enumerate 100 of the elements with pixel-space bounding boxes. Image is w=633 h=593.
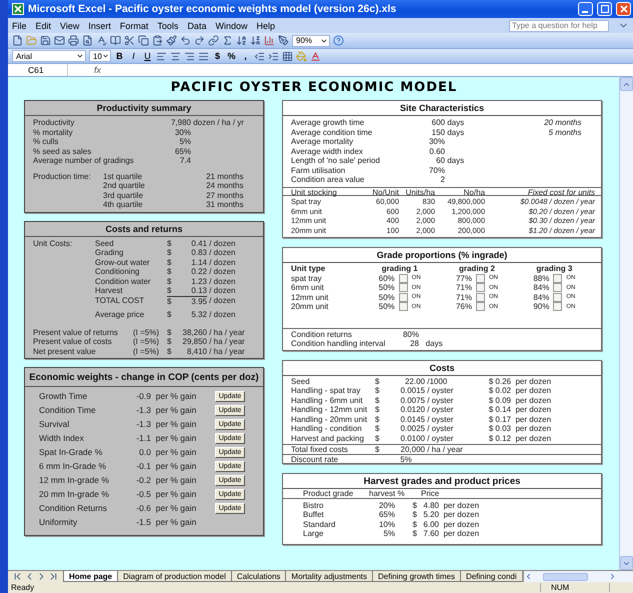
row-label: Farm utilisation (291, 166, 346, 175)
help-search-field[interactable]: Type a question for help (509, 20, 609, 32)
row-unit: days (446, 156, 466, 166)
cost-value: 5.32 (190, 310, 207, 320)
price-unit: per dozen (442, 510, 480, 520)
row-unit: months (216, 200, 244, 210)
price-value: 7.60 (422, 529, 439, 538)
quartile-label: 3rd quartile (103, 190, 144, 200)
cost-unit: / dozen (208, 310, 236, 320)
weight-value: -0.2 (135, 475, 151, 485)
grade-value: 77% (456, 274, 472, 283)
menu-item[interactable]: File (12, 20, 27, 30)
number-format-button[interactable]: $ (212, 51, 223, 61)
sheet-tab[interactable]: Defining growth times (372, 571, 460, 582)
row-value: 70% (428, 166, 445, 175)
panel-title: Productivity summary (96, 103, 192, 113)
cost-unit: / dozen (208, 276, 236, 286)
zoom-dropdown[interactable]: 90% (292, 34, 330, 46)
format-button[interactable]: B (114, 51, 125, 61)
price-value: 4.80 (422, 500, 439, 510)
unit-label: 6mm unit (291, 283, 325, 292)
cost-label: Seed (95, 238, 115, 248)
cost-unit: / ha / year (208, 337, 246, 346)
weight-value: -0.6 (135, 503, 151, 513)
grade-value: 84% (533, 283, 550, 292)
cost-label: Condition water (95, 276, 152, 286)
insert-function-button[interactable]: fx (94, 65, 102, 75)
format-button[interactable]: I (128, 51, 139, 61)
sheet-tab[interactable]: Defining condi (460, 571, 522, 582)
cost-value: 38,260 (182, 328, 207, 337)
grade-value: 88% (533, 274, 550, 283)
format-button[interactable]: U (142, 51, 153, 61)
currency: $ (167, 337, 172, 346)
harvest-value: 65% (378, 510, 395, 520)
sheet-tab[interactable]: Calculations (230, 571, 286, 582)
currency: $ (375, 376, 380, 386)
row-value: 5% (178, 137, 191, 146)
price-unit: per dozen (442, 520, 480, 529)
quartile-label: 1st quartile (103, 172, 144, 181)
row-label: Condition handling interval (291, 339, 386, 348)
menu-item[interactable]: View (60, 20, 80, 30)
cost-value: 0.41 (190, 238, 207, 248)
weight-label: 12 mm In-grade % (39, 475, 110, 485)
menu-item[interactable]: Insert (88, 20, 111, 30)
currency: $ (375, 424, 380, 434)
font-size-dropdown[interactable]: 10 (89, 50, 111, 62)
column-header: Price (421, 489, 440, 498)
row-value: 5 (548, 128, 553, 137)
sheet-tab[interactable]: Home page (63, 571, 118, 582)
sheet-tab[interactable]: Mortality adjustments (285, 571, 372, 582)
currency: $ (412, 500, 417, 510)
grade-value: 71% (456, 283, 472, 292)
row-value: 31 (205, 200, 215, 210)
cost-value: 0.13 (190, 286, 207, 296)
cost-label: Discount rate (291, 454, 340, 464)
menu-item[interactable]: Window (215, 20, 248, 30)
row-unit: days (424, 339, 444, 348)
cost-label: Conditioning (95, 267, 140, 276)
row-label: Length of 'no sale' period (291, 156, 381, 166)
currency: $ (167, 346, 172, 356)
panel-title: Costs (429, 362, 454, 372)
number-format-button[interactable]: , (240, 51, 251, 61)
grade-value: 60% (378, 274, 395, 283)
row-label: Condition returns (291, 330, 353, 339)
currency: $ (375, 405, 380, 414)
menu-item[interactable]: Tools (157, 20, 178, 30)
name-box[interactable]: C61 (8, 64, 68, 76)
row-label: Average width index (291, 146, 364, 156)
column-header: No/ha (462, 188, 485, 196)
menu-item[interactable]: Edit (36, 20, 52, 30)
price-unit: per dozen (442, 529, 480, 538)
cost-unit: per dozen (514, 396, 552, 405)
cost-value: 1.14 (190, 258, 207, 267)
num-lock-indicator: NUM (540, 583, 610, 592)
panel-title: Harvest grades and product prices (364, 476, 520, 486)
cost-unit: per dozen (514, 386, 552, 396)
currency: $ (167, 258, 172, 267)
row-label: Present value of returns (33, 328, 119, 337)
weight-label: Condition Returns (39, 503, 108, 513)
row-value: 80% (402, 330, 419, 339)
grade-label: Buffet (303, 510, 325, 520)
sheet-tab[interactable]: Diagram of production model (117, 571, 231, 582)
font-dropdown[interactable]: Arial (12, 50, 86, 62)
unit-label: 20mm unit (291, 302, 330, 312)
currency: $ (167, 286, 172, 296)
currency: $ (412, 510, 417, 520)
cost-unit: / oyster (426, 396, 454, 405)
menu-item[interactable]: Data (187, 20, 206, 30)
menu-item[interactable]: Format (120, 20, 148, 30)
cost-value: 0.0015 (400, 386, 425, 396)
cost-unit: per dozen (514, 376, 552, 386)
harvest-value: 5% (382, 529, 395, 538)
grade-value: 50% (378, 283, 395, 292)
weight-label: Spat In-Grade % (39, 447, 104, 457)
number-format-button[interactable]: % (226, 51, 237, 61)
cost-unit: / oyster (426, 386, 454, 396)
cost-value: 0.22 (190, 267, 207, 276)
row-value: 24 (205, 181, 215, 190)
weight-value: -1.1 (135, 433, 151, 443)
menu-item[interactable]: Help (256, 20, 275, 30)
